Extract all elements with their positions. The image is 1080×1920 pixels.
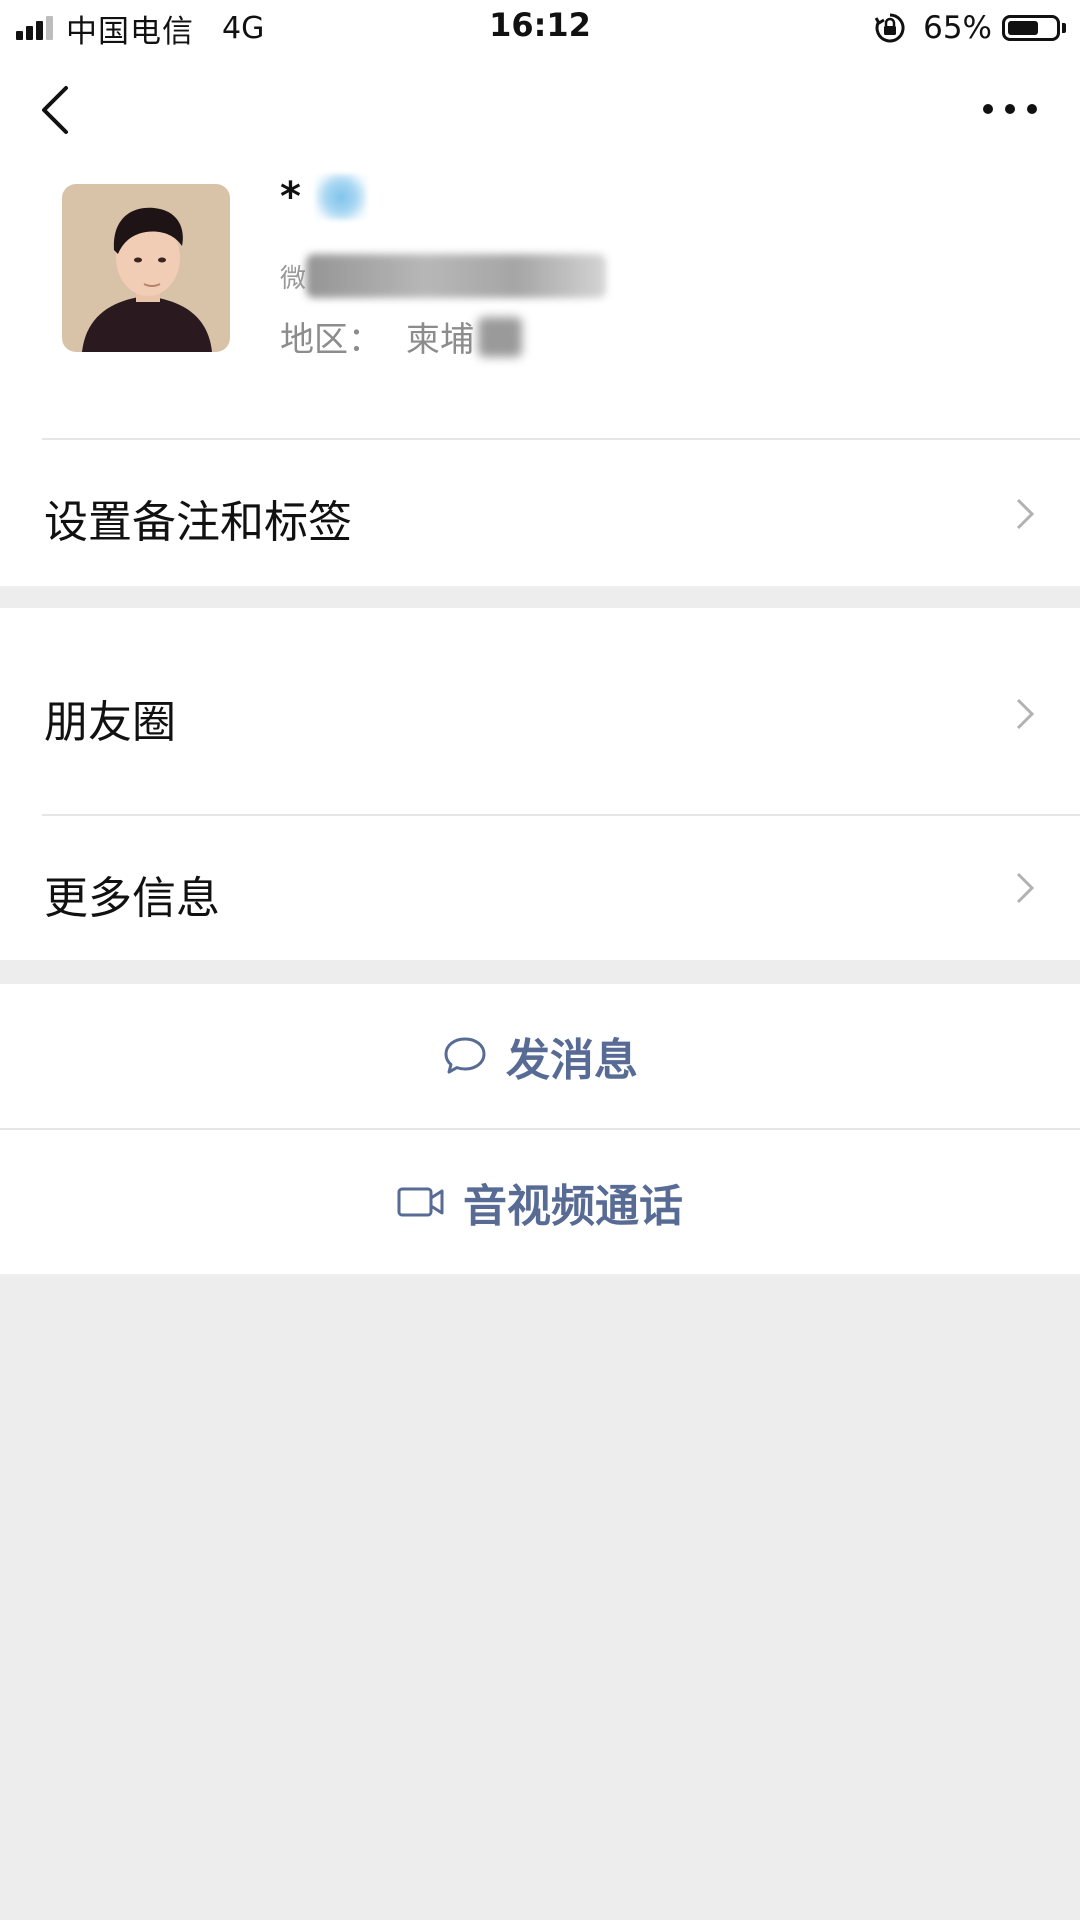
remark-tags-row[interactable]: 设置备注和标签 [0, 440, 1080, 586]
redacted-region [478, 316, 522, 357]
video-call-button[interactable]: 音视频通话 [0, 1130, 1080, 1274]
video-call-label: 音视频通话 [463, 1181, 683, 1232]
contact-name: * [280, 174, 367, 220]
region-label: 地区： [280, 320, 382, 360]
name-prefix: * [280, 174, 301, 220]
chevron-right-icon [1016, 498, 1035, 530]
send-message-label: 发消息 [506, 1035, 638, 1086]
nav-bar [0, 54, 1080, 166]
avatar[interactable] [62, 184, 230, 352]
chevron-right-icon [1016, 698, 1035, 730]
battery-fill [1008, 21, 1038, 35]
moments-label: 朋友圈 [44, 697, 176, 748]
actions-card: 发消息 音视频通话 [0, 984, 1080, 1274]
chat-bubble-icon [444, 1037, 486, 1074]
info-card: 朋友圈 更多信息 [0, 608, 1080, 960]
region: 地区： 柬埔 [280, 312, 522, 361]
wechat-id-label: 微 [280, 263, 307, 294]
more-info-label: 更多信息 [44, 873, 220, 924]
video-camera-icon [397, 1187, 444, 1217]
send-message-button[interactable]: 发消息 [0, 984, 1080, 1128]
status-bar: 中国电信 4G 16:12 65% [0, 0, 1080, 54]
rotation-lock-icon [874, 13, 905, 43]
wechat-id: 微 [280, 246, 640, 306]
redacted-wechat-id [306, 254, 607, 298]
status-right: 65% [873, 8, 1066, 48]
more-dots-icon[interactable] [980, 94, 1040, 124]
region-value: 柬埔 [406, 320, 474, 360]
battery-icon [1002, 15, 1060, 41]
chevron-right-icon [1016, 872, 1035, 904]
profile-header: * 微 地区： 柬埔 [0, 166, 1080, 440]
battery-percent: 65% [923, 10, 992, 46]
moments-row[interactable]: 朋友圈 [0, 608, 1080, 814]
chevron-left-icon[interactable] [36, 82, 76, 138]
redacted-name [314, 174, 367, 220]
remark-tags-label: 设置备注和标签 [44, 497, 352, 548]
more-info-row[interactable]: 更多信息 [0, 816, 1080, 960]
battery-cap [1062, 23, 1066, 33]
